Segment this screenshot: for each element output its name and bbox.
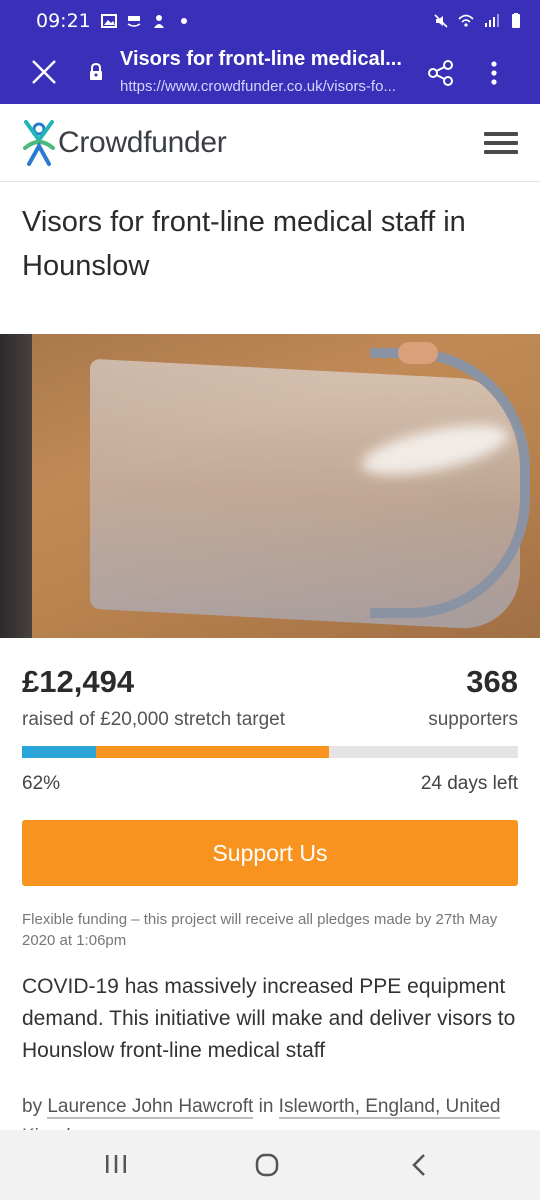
share-icon[interactable] (426, 58, 456, 88)
tab-url[interactable]: https://www.crowdfunder.co.uk/visors-fo.… (120, 78, 420, 95)
byline-in: in (258, 1096, 274, 1117)
wifi-icon (458, 14, 474, 27)
amount-raised: £12,494 (22, 664, 135, 699)
tab-page-title: Visors for front-line medical... (120, 48, 402, 70)
funding-progress-bar (22, 746, 518, 758)
brand-name: Crowdfunder (58, 126, 227, 159)
progress-segment-orange (96, 746, 329, 758)
site-header: Crowdfunder (0, 104, 540, 182)
byline: by Laurence John Hawcroft in Isleworth, … (22, 1092, 522, 1130)
days-left: 24 days left (420, 773, 518, 794)
alert-app-icon (153, 15, 164, 28)
lock-icon (90, 62, 102, 80)
system-navigation-bar (0, 1130, 540, 1200)
supporters-label: supporters (428, 709, 518, 730)
byline-prefix: by (22, 1096, 43, 1117)
support-us-button[interactable]: Support Us (22, 820, 518, 886)
flexible-funding-note: Flexible funding – this project will rec… (22, 911, 498, 949)
author-link[interactable]: Laurence John Hawcroft (47, 1096, 254, 1119)
gallery-icon (100, 14, 117, 28)
mute-icon (434, 14, 448, 28)
project-title: Visors for front-line medical staff in H… (22, 206, 466, 282)
system-icons (433, 13, 524, 29)
hamburger-menu-icon[interactable] (484, 132, 518, 156)
browser-custom-tab-bar: Visors for front-line medical... https:/… (0, 42, 540, 104)
dot-icon (180, 18, 187, 24)
notification-icons (100, 13, 192, 29)
close-icon[interactable] (24, 55, 64, 91)
battery-icon (512, 13, 520, 28)
project-description: COVID-19 has massively increased PPE equ… (22, 975, 516, 1062)
more-options-icon[interactable] (482, 58, 506, 88)
funded-percent: 62% (22, 773, 61, 794)
raised-target-text: raised of £20,000 stretch target (22, 709, 285, 730)
amazon-icon (127, 16, 141, 27)
recent-apps-icon[interactable] (104, 1154, 128, 1174)
back-icon[interactable] (408, 1152, 430, 1178)
crowdfunder-logo[interactable]: Crowdfunder (22, 118, 227, 168)
progress-segment-blue (22, 746, 96, 758)
status-bar: 09:21 (0, 0, 540, 42)
home-icon[interactable] (254, 1152, 280, 1178)
crowdfunder-logo-icon (23, 120, 55, 166)
status-time: 09:21 (36, 10, 91, 32)
signal-icon (485, 14, 499, 27)
supporters-count: 368 (466, 664, 518, 699)
project-image (0, 334, 540, 638)
